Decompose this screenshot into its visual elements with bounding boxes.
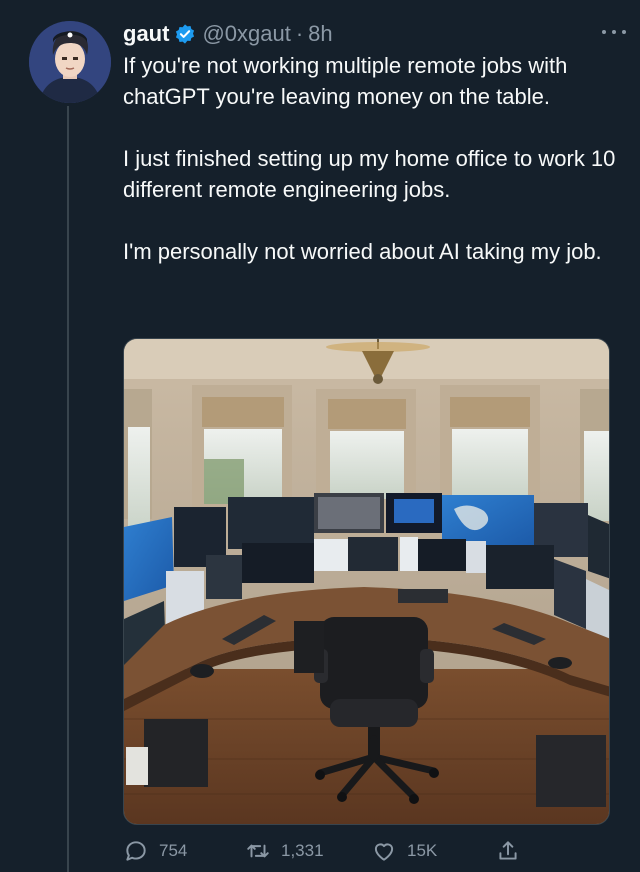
reply-count: 754 bbox=[159, 841, 188, 860]
tweet-paragraph: If you're not working multiple remote jo… bbox=[123, 53, 568, 109]
avatar[interactable] bbox=[29, 21, 111, 103]
like-count: 15K bbox=[407, 841, 438, 860]
tweet-header: gaut @0xgaut · 8h bbox=[123, 18, 620, 50]
retweet-button[interactable]: 1,331 bbox=[245, 838, 324, 864]
tweet-timestamp[interactable]: 8h bbox=[308, 21, 332, 47]
retweet-count: 1,331 bbox=[281, 841, 324, 860]
separator-dot: · bbox=[295, 21, 304, 46]
reply-icon bbox=[126, 841, 146, 861]
avatar-illustration bbox=[29, 21, 111, 103]
heart-icon bbox=[374, 843, 394, 861]
like-button[interactable]: 15K bbox=[371, 838, 437, 864]
thread-line bbox=[67, 106, 69, 872]
tweet-paragraph: I just finished setting up my home offic… bbox=[123, 146, 616, 202]
author-handle[interactable]: @0xgaut bbox=[202, 21, 290, 47]
more-options-icon[interactable] bbox=[602, 22, 626, 42]
share-button[interactable] bbox=[495, 838, 531, 864]
reply-button[interactable]: 754 bbox=[123, 838, 187, 864]
verified-badge-icon bbox=[174, 23, 196, 45]
retweet-icon bbox=[247, 844, 269, 858]
tweet-actions: 754 1,331 15K bbox=[123, 836, 523, 866]
author-name[interactable]: gaut bbox=[123, 21, 169, 47]
tweet-text: If you're not working multiple remote jo… bbox=[123, 50, 618, 267]
tweet-photo[interactable] bbox=[123, 338, 610, 825]
home-office-photo bbox=[124, 339, 609, 824]
tweet-paragraph: I'm personally not worried about AI taki… bbox=[123, 239, 602, 264]
share-icon bbox=[499, 841, 517, 860]
